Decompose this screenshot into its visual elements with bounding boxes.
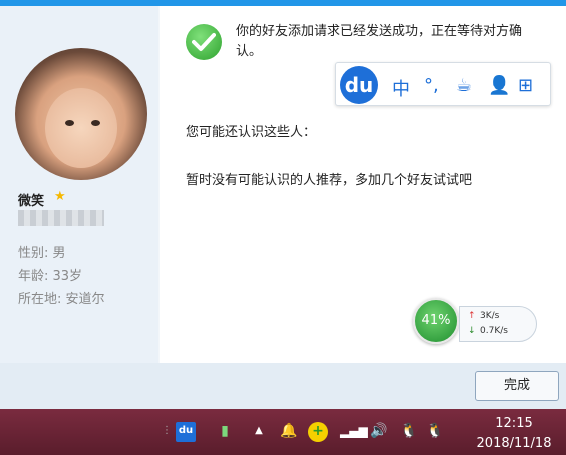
ime-user-icon[interactable]: 👤 — [488, 75, 510, 96]
volume-icon[interactable]: 🔊 — [370, 422, 388, 440]
vip-star-icon: ★ — [54, 189, 66, 204]
avatar-face — [45, 88, 117, 168]
success-check-icon — [186, 24, 222, 60]
taskbar-battery-icon[interactable]: ▮ — [216, 422, 234, 440]
clock-time: 12:15 — [495, 416, 533, 431]
avatar-eye-right — [91, 120, 100, 126]
profile-age: 年龄: 33岁 — [18, 269, 83, 284]
profile-location: 所在地: 安道尔 — [18, 292, 105, 307]
security-plus-icon[interactable]: + — [308, 422, 328, 442]
profile-gender: 性别: 男 — [18, 246, 66, 261]
ime-chinese-mode[interactable]: 中 — [392, 75, 410, 101]
profile-nickname: 微笑 — [18, 194, 45, 209]
ime-punctuation-icon[interactable]: °, — [424, 75, 439, 96]
notification-bell-icon[interactable]: 🔔 — [280, 422, 298, 440]
ime-skin-icon[interactable]: ☕ — [456, 75, 472, 96]
maybe-know-heading: 您可能还认识这些人： — [186, 125, 317, 140]
ime-menu-grid-icon[interactable]: ⊞ — [518, 75, 533, 96]
network-signal-icon[interactable]: ▂▄▆ — [340, 422, 368, 440]
account-number-blurred — [18, 210, 104, 226]
qq-penguin-icon-2[interactable]: 🐧 — [426, 422, 444, 440]
done-button[interactable]: 完成 — [475, 371, 559, 401]
avatar-eye-left — [65, 120, 74, 126]
taskbar-grip-icon: ⋮ — [162, 425, 172, 436]
no-recommendation-text: 暂时没有可能认识的人推荐，多加几个好友试试吧 — [186, 173, 473, 188]
taskbar-baidu-ime-icon[interactable]: du — [176, 422, 196, 442]
tray-expand-icon[interactable]: ▲ — [250, 422, 268, 440]
avatar — [15, 48, 147, 180]
qq-penguin-icon[interactable]: 🐧 — [400, 422, 418, 440]
baidu-ime-logo-icon[interactable]: du — [340, 66, 378, 104]
taskbar-clock[interactable]: 12:15 2018/11/18 — [466, 414, 562, 454]
ime-toolbar[interactable]: du 中 °, ☕ 👤 ⊞ — [335, 62, 551, 106]
clock-date: 2018/11/18 — [476, 436, 552, 451]
success-message: 你的好友添加请求已经发送成功，正在等待对方确认。 — [236, 24, 523, 59]
